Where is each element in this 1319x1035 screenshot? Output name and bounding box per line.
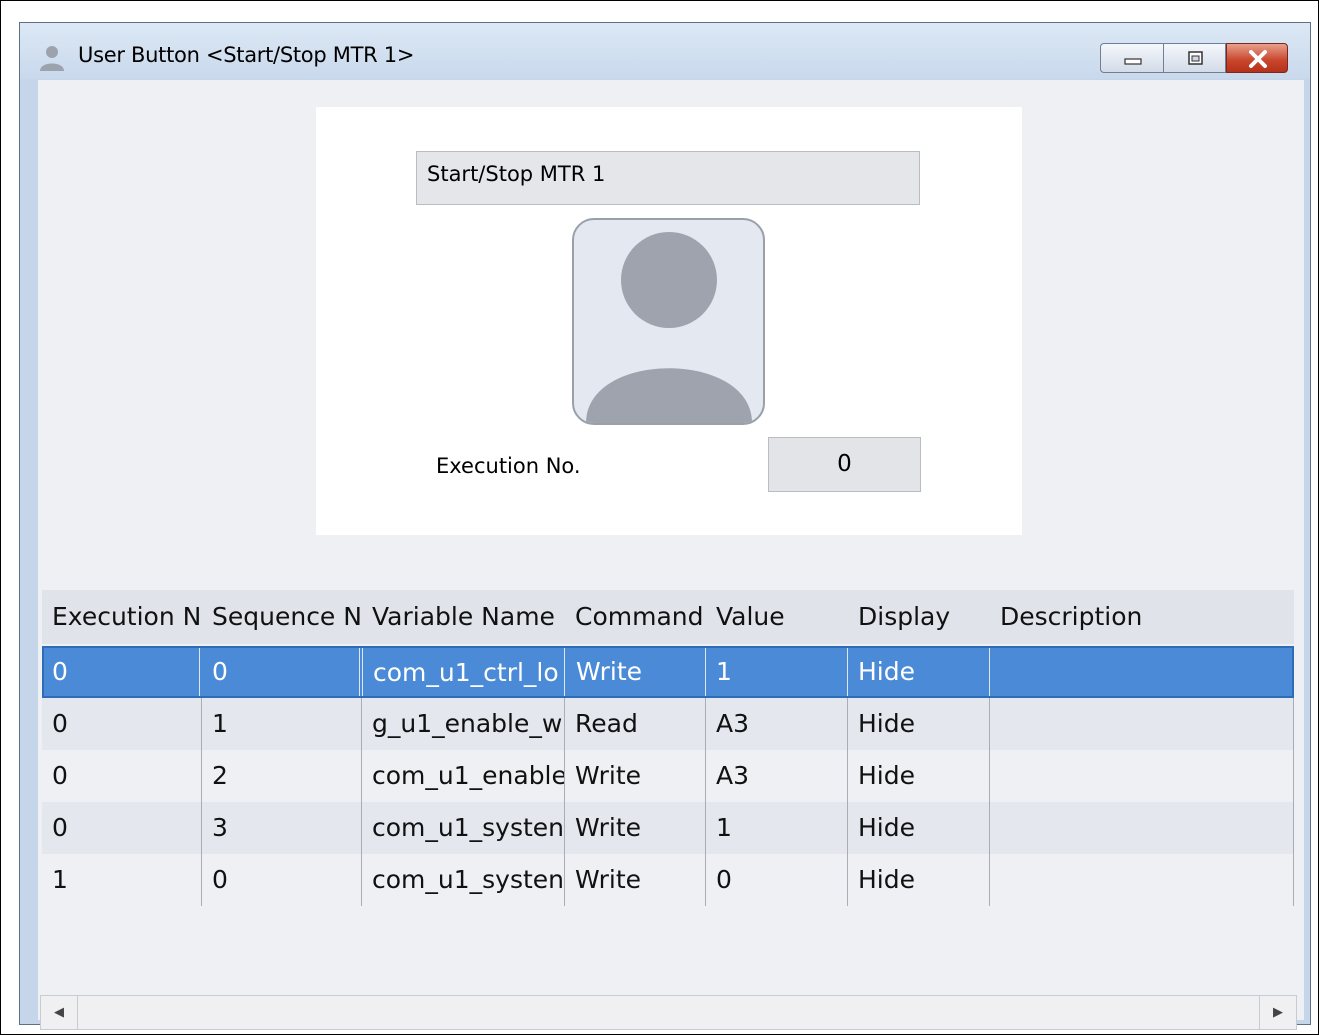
window-title: User Button <Start/Stop MTR 1> <box>78 43 415 67</box>
close-button[interactable] <box>1226 43 1288 73</box>
scroll-right-button[interactable]: ▶ <box>1259 996 1296 1029</box>
cell-variable-name[interactable]: com_u1_systen <box>362 854 565 906</box>
column-header-sequence-no[interactable]: Sequence N <box>202 590 360 644</box>
cell-description[interactable] <box>990 802 1294 854</box>
cell-value[interactable]: A3 <box>706 750 848 802</box>
table-row[interactable]: 0 3 com_u1_systen Write 1 Hide <box>42 802 1294 854</box>
person-placeholder-icon <box>586 232 752 423</box>
cell-display[interactable]: Hide <box>848 854 990 906</box>
cell-variable-name[interactable]: g_u1_enable_w <box>362 698 565 750</box>
maximize-button[interactable] <box>1163 43 1226 73</box>
cell-command[interactable]: Write <box>565 750 706 802</box>
button-preview-panel: Start/Stop MTR 1 Execution No. 0 <box>316 107 1022 535</box>
cell-variable-name[interactable]: com_u1_enable <box>362 750 565 802</box>
cell-execution-no[interactable]: 1 <box>42 854 202 906</box>
table-header: Execution N Sequence N Variable Name Com… <box>42 590 1294 644</box>
dialog-client-area: Start/Stop MTR 1 Execution No. 0 Executi… <box>38 80 1304 1030</box>
user-icon <box>40 46 64 71</box>
column-header-value[interactable]: Value <box>706 590 846 644</box>
cell-execution-no[interactable]: 0 <box>42 750 202 802</box>
cell-description[interactable] <box>990 750 1294 802</box>
cell-description[interactable] <box>990 854 1294 906</box>
cell-sequence-no[interactable]: 3 <box>202 802 362 854</box>
title-bar[interactable]: User Button <Start/Stop MTR 1> <box>20 23 1310 79</box>
table-row[interactable]: 0 0 com_u1_ctrl_lo Write 1 Hide <box>42 646 1294 698</box>
column-header-command[interactable]: Command <box>565 590 705 644</box>
minimize-button[interactable] <box>1100 43 1163 73</box>
button-image[interactable] <box>572 218 765 425</box>
cell-command[interactable]: Write <box>565 854 706 906</box>
column-header-execution-no[interactable]: Execution N <box>42 590 200 644</box>
table-row[interactable]: 0 1 g_u1_enable_w Read A3 Hide <box>42 698 1294 750</box>
scroll-left-button[interactable]: ◀ <box>41 996 78 1029</box>
cell-variable-name[interactable]: com_u1_systen <box>362 802 565 854</box>
cell-display[interactable]: Hide <box>848 750 990 802</box>
cell-value[interactable]: A3 <box>706 698 848 750</box>
cell-sequence-no[interactable]: 0 <box>202 854 362 906</box>
close-icon <box>1249 50 1267 68</box>
cell-value[interactable]: 0 <box>706 854 848 906</box>
column-header-display[interactable]: Display <box>848 590 988 644</box>
cell-description[interactable] <box>990 698 1294 750</box>
table-row[interactable]: 1 0 com_u1_systen Write 0 Hide <box>42 854 1294 906</box>
cell-display[interactable]: Hide <box>848 802 990 854</box>
cell-execution-no[interactable]: 0 <box>42 698 202 750</box>
horizontal-scrollbar[interactable]: ◀ ▶ <box>40 995 1297 1030</box>
chevron-left-icon: ◀ <box>54 1005 64 1020</box>
cell-sequence-no[interactable]: 2 <box>202 750 362 802</box>
cell-display[interactable]: Hide <box>848 698 990 750</box>
minimize-icon <box>1124 58 1142 65</box>
table-row[interactable]: 0 2 com_u1_enable Write A3 Hide <box>42 750 1294 802</box>
column-header-description[interactable]: Description <box>990 590 1290 644</box>
chevron-right-icon: ▶ <box>1273 1005 1283 1020</box>
execution-no-field[interactable]: 0 <box>768 437 921 492</box>
button-name-field[interactable]: Start/Stop MTR 1 <box>416 151 920 205</box>
maximize-icon <box>1188 51 1203 65</box>
execution-no-label: Execution No. <box>436 454 581 478</box>
cell-sequence-no[interactable]: 1 <box>202 698 362 750</box>
cell-command[interactable]: Read <box>565 698 706 750</box>
cell-execution-no[interactable]: 0 <box>42 802 202 854</box>
cell-value[interactable]: 1 <box>706 802 848 854</box>
column-header-variable-name[interactable]: Variable Name <box>362 590 562 644</box>
cell-command[interactable]: Write <box>565 802 706 854</box>
dialog-window: User Button <Start/Stop MTR 1> Start/Sto… <box>19 22 1311 1030</box>
selection-frame <box>42 646 1294 698</box>
